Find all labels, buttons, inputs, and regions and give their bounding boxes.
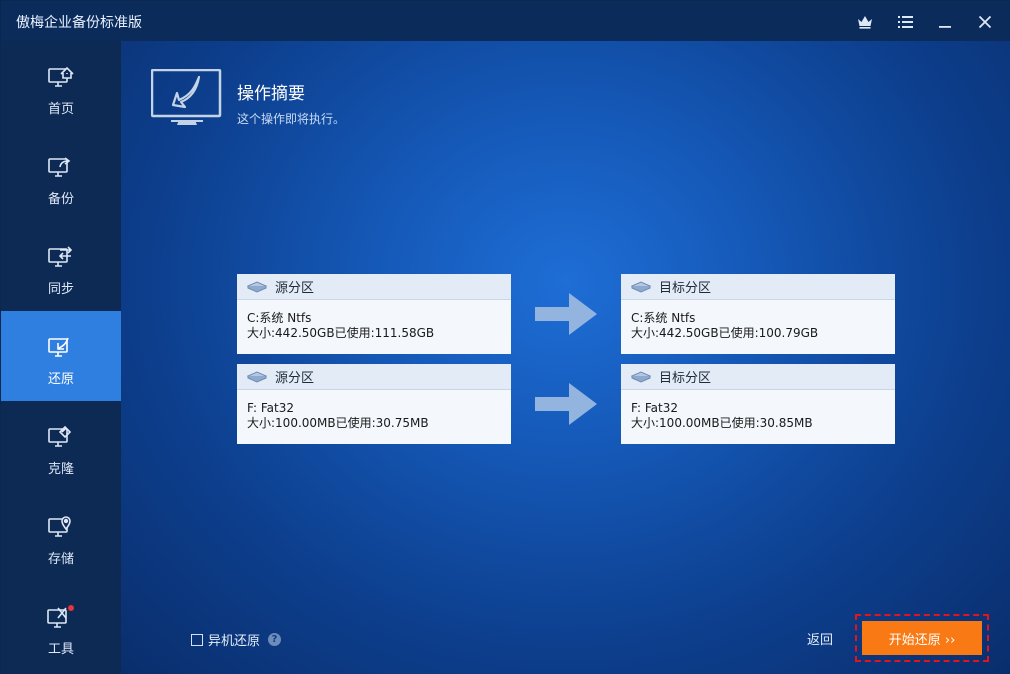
- sidebar-item-label: 克隆: [47, 462, 74, 477]
- main-panel: 操作摘要 这个操作即将执行。 源分区 C:系统 Ntfs 大小:442.50GB…: [121, 41, 1010, 674]
- clone-monitor-icon: [47, 423, 75, 451]
- sidebar-item-label: 同步: [47, 282, 74, 297]
- sidebar-item-backup[interactable]: 备份: [1, 131, 121, 221]
- partition-size: 大小:442.50GB已使用:100.79GB: [631, 326, 819, 340]
- partition-name: F: Fat32: [631, 401, 678, 415]
- backup-monitor-icon: [47, 153, 75, 181]
- sidebar-item-restore[interactable]: 还原: [1, 311, 121, 401]
- sidebar-item-label: 工具: [47, 642, 74, 657]
- target-partition-card: 目标分区 F: Fat32 大小:100.00MB已使用:30.85MB: [621, 364, 895, 444]
- card-title: 目标分区: [659, 371, 712, 386]
- partition-size: 大小:442.50GB已使用:111.58GB: [247, 326, 435, 340]
- menu-list-icon: [897, 16, 913, 28]
- universal-restore-label[interactable]: 异机还原: [208, 630, 260, 649]
- sidebar-item-tools[interactable]: 工具: [1, 581, 121, 671]
- minimize-icon: [939, 26, 951, 28]
- sidebar: 首页 备份 同步 还原 克隆 存储 工具: [1, 41, 121, 674]
- card-title: 源分区: [275, 281, 315, 296]
- sidebar-item-label: 还原: [47, 372, 74, 387]
- partition-name: F: Fat32: [247, 401, 294, 415]
- crown-upgrade-button[interactable]: [847, 9, 883, 35]
- arrow-right-icon: [535, 293, 597, 335]
- minimize-button[interactable]: [927, 9, 963, 35]
- close-button[interactable]: [967, 9, 1003, 35]
- close-icon: [978, 15, 992, 29]
- card-title: 源分区: [275, 371, 315, 386]
- start-restore-button[interactable]: 开始还原 ››: [862, 621, 982, 655]
- sidebar-item-home[interactable]: 首页: [1, 41, 121, 131]
- sidebar-item-label: 存储: [47, 552, 74, 567]
- arrow-right-icon: [535, 383, 597, 425]
- help-icon[interactable]: ?: [268, 633, 282, 646]
- universal-restore-option: 异机还原 ?: [191, 630, 282, 649]
- sidebar-item-label: 首页: [47, 102, 74, 117]
- partition-name: C:系统 Ntfs: [247, 311, 312, 325]
- card-header: 源分区: [237, 274, 511, 300]
- title-bar: 傲梅企业备份标准版: [1, 1, 1010, 41]
- storage-location-icon: [47, 513, 75, 541]
- partition-size: 大小:100.00MB已使用:30.85MB: [631, 416, 813, 430]
- crown-icon: [858, 16, 872, 29]
- window-title: 傲梅企业备份标准版: [16, 15, 142, 31]
- sidebar-item-clone[interactable]: 克隆: [1, 401, 121, 491]
- source-partition-card: 源分区 F: Fat32 大小:100.00MB已使用:30.75MB: [237, 364, 511, 444]
- disk-icon: [247, 370, 267, 383]
- sync-monitor-icon: [47, 243, 75, 271]
- tools-monitor-icon: [47, 603, 75, 631]
- page-subtitle: 这个操作即将执行。: [237, 112, 346, 126]
- sidebar-item-label: 备份: [47, 192, 74, 207]
- partition-name: C:系统 Ntfs: [631, 311, 696, 325]
- disk-icon: [631, 280, 651, 293]
- sidebar-item-storage[interactable]: 存储: [1, 491, 121, 581]
- page-title: 操作摘要: [237, 84, 305, 104]
- card-header: 目标分区: [621, 364, 895, 390]
- home-monitor-icon: [47, 63, 75, 91]
- app-window: 傲梅企业备份标准版 首页 备份 同步 还原 克隆 存储 工具 操作摘要 这个操作…: [0, 0, 1010, 674]
- back-button[interactable]: 返回: [807, 629, 833, 648]
- disk-icon: [247, 280, 267, 293]
- source-partition-card: 源分区 C:系统 Ntfs 大小:442.50GB已使用:111.58GB: [237, 274, 511, 354]
- restore-summary-icon: [150, 68, 223, 131]
- start-button-highlight: 开始还原 ››: [855, 614, 989, 662]
- notification-dot: [68, 605, 74, 611]
- partition-size: 大小:100.00MB已使用:30.75MB: [247, 416, 429, 430]
- restore-monitor-icon: [47, 333, 75, 361]
- sidebar-item-sync[interactable]: 同步: [1, 221, 121, 311]
- card-title: 目标分区: [659, 281, 712, 296]
- universal-restore-checkbox[interactable]: [191, 633, 203, 646]
- card-header: 目标分区: [621, 274, 895, 300]
- window-controls: [847, 9, 1003, 35]
- card-header: 源分区: [237, 364, 511, 390]
- menu-button[interactable]: [887, 9, 923, 35]
- disk-icon: [631, 370, 651, 383]
- target-partition-card: 目标分区 C:系统 Ntfs 大小:442.50GB已使用:100.79GB: [621, 274, 895, 354]
